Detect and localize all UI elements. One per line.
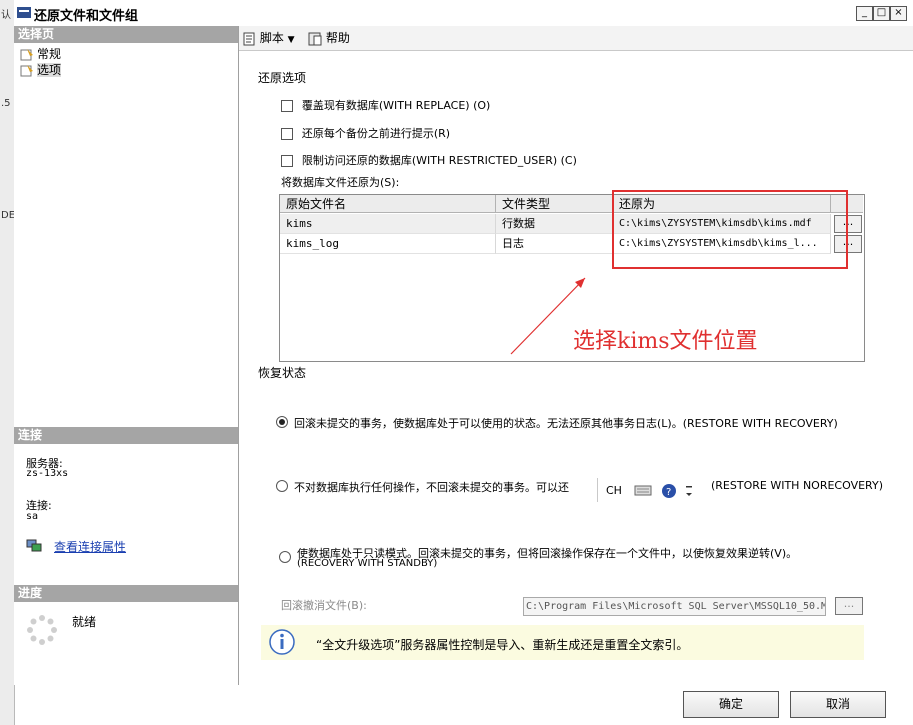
radio-recovery-with-standby[interactable]	[279, 551, 291, 563]
ime-language[interactable]: CH	[606, 484, 622, 497]
radio-restore-with-recovery[interactable]	[276, 416, 288, 428]
info-icon	[269, 629, 295, 655]
options-icon[interactable]	[684, 483, 694, 499]
option-prompt-before-restore[interactable]: 还原每个备份之前进行提示(R)	[281, 125, 450, 141]
annotation-highlight-box	[612, 190, 848, 269]
minimize-button[interactable]: _	[856, 6, 873, 21]
column-header-file-type[interactable]: 文件类型	[496, 195, 613, 213]
desk-fragment: 认	[1, 10, 11, 21]
option-label: 限制访问还原的数据库(WITH RESTRICTED_USER) (C)	[301, 154, 577, 167]
info-text: “全文升级选项”服务器属性控制是导入、重新生成还是重置全文索引。	[316, 638, 689, 652]
close-button[interactable]: ×	[890, 6, 907, 21]
ime-language-bar: CH ?	[597, 478, 706, 502]
view-connection-properties-link[interactable]: 查看连接属性	[54, 538, 126, 555]
window-app-icon	[17, 7, 31, 18]
keyboard-icon[interactable]	[634, 483, 652, 497]
radio-restore-with-norecovery[interactable]	[276, 480, 288, 492]
script-button[interactable]: 脚本 ▼	[242, 29, 295, 47]
connection-header: 连接	[14, 427, 238, 444]
script-icon	[243, 32, 255, 45]
select-page-header: 选择页	[14, 26, 238, 43]
grid-cell-type[interactable]: 日志	[496, 234, 613, 254]
recovery-option-label: 回滚未提交的事务，使数据库处于可以使用的状态。无法还原其他事务日志(L)。(RE…	[294, 417, 838, 430]
desk-fragment: .5	[1, 98, 11, 109]
help-button[interactable]: 帮助	[308, 29, 350, 47]
checkbox[interactable]	[281, 99, 293, 112]
undo-file-label: 回滚撤消文件(B):	[281, 599, 367, 612]
progress-header: 进度	[14, 585, 238, 602]
progress-status: 就绪	[72, 615, 97, 629]
option-with-replace[interactable]: 覆盖现有数据库(WITH REPLACE) (O)	[281, 97, 490, 113]
option-label: 覆盖现有数据库(WITH REPLACE) (O)	[301, 99, 491, 112]
nav-item-label: 常规	[37, 47, 62, 61]
connection-properties-icon	[26, 539, 42, 552]
window-title: 还原文件和文件组	[34, 9, 139, 24]
help-icon[interactable]: ?	[661, 483, 677, 499]
page-icon	[20, 64, 33, 76]
recovery-option-label: 不对数据库执行任何操作，不回滚未提交的事务。可以还	[294, 481, 569, 494]
progress-spinner-icon	[27, 615, 57, 645]
checkbox[interactable]	[281, 127, 293, 140]
annotation-text: 选择kims文件位置	[573, 329, 758, 354]
background-desktop-strip: 认 .5 DE	[0, 0, 15, 725]
ok-button[interactable]: 确定	[683, 691, 779, 718]
maximize-button[interactable]: □	[873, 6, 890, 21]
option-label: 还原每个备份之前进行提示(R)	[301, 127, 451, 140]
info-bar: “全文升级选项”服务器属性控制是导入、重新生成还是重置全文索引。	[261, 625, 864, 660]
checkbox[interactable]	[281, 154, 293, 167]
recovery-option-label-tail: (RESTORE WITH NORECOVERY)	[711, 479, 883, 492]
toolbar: 脚本 ▼ 帮助	[239, 26, 913, 51]
help-label: 帮助	[325, 31, 350, 45]
nav-item-options[interactable]: 选项	[20, 62, 62, 78]
recovery-state-group-label: 恢复状态	[258, 366, 307, 380]
restore-files-as-label: 将数据库文件还原为(S):	[281, 176, 400, 189]
undo-file-input[interactable]: C:\Program Files\Microsoft SQL Server\MS…	[523, 597, 826, 616]
grid-cell-original[interactable]: kims	[280, 214, 496, 234]
undo-file-browse-button[interactable]: ...	[835, 597, 863, 615]
nav-item-general[interactable]: 常规	[20, 46, 61, 62]
svg-text:?: ?	[666, 487, 671, 498]
script-label: 脚本	[259, 31, 284, 45]
title-bar: 还原文件和文件组 _ □ ×	[14, 0, 913, 27]
grid-cell-type[interactable]: 行数据	[496, 214, 613, 234]
chevron-down-icon: ▼	[287, 35, 295, 45]
desk-fragment: DE	[1, 210, 16, 221]
column-header-original-name[interactable]: 原始文件名	[280, 195, 496, 213]
grid-cell-original[interactable]: kims_log	[280, 234, 496, 254]
connection-value: sa	[26, 511, 39, 522]
page-icon	[20, 48, 33, 60]
server-value: zs-13xs	[26, 468, 69, 479]
restore-options-group-label: 还原选项	[258, 71, 307, 85]
option-restricted-user[interactable]: 限制访问还原的数据库(WITH RESTRICTED_USER) (C)	[281, 152, 577, 168]
left-pane: 选择页 常规 选项 连接 服务器: zs-13xs 连接: sa 查看连接属性 …	[14, 26, 239, 685]
help-book-icon	[308, 32, 322, 45]
recovery-option-label-line2: (RECOVERY WITH STANDBY)	[297, 558, 438, 569]
cancel-button[interactable]: 取消	[790, 691, 886, 718]
nav-item-label: 选项	[37, 63, 62, 77]
